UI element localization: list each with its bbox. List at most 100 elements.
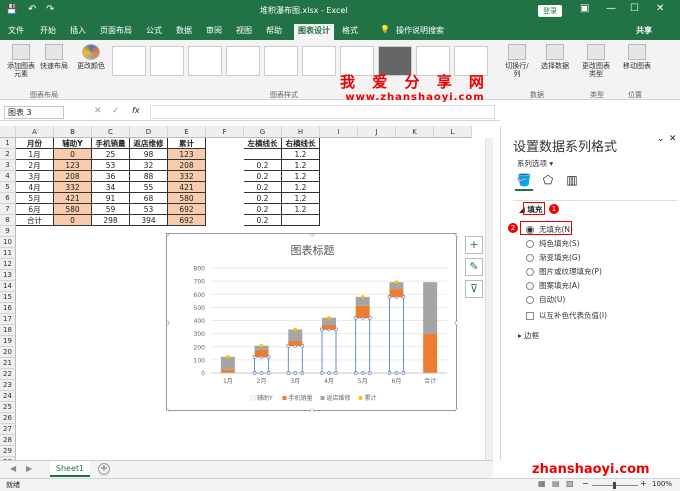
table-cell[interactable]: 68 [130,193,168,204]
row-header[interactable]: 26 [0,413,16,424]
sheet-next-icon[interactable]: ▶ [26,464,32,473]
table-cell[interactable]: 5月 [16,193,54,204]
tab-formulas[interactable]: 公式 [146,25,162,36]
table-cell[interactable]: 0.2 [244,160,282,171]
page-break-view-icon[interactable]: ▧ [566,479,574,488]
table-cell[interactable]: 394 [130,215,168,226]
change-chart-type-button[interactable]: 更改图表类型 [580,44,612,78]
pane-close-icon[interactable]: ✕ [669,134,677,144]
maximize-icon[interactable]: ☐ [630,3,639,14]
minimize-icon[interactable]: — [606,3,616,14]
tab-insert[interactable]: 插入 [70,25,86,36]
row-header[interactable]: 10 [0,237,16,248]
column-header[interactable]: H [282,126,320,138]
chart-style-4[interactable] [226,46,260,76]
chart-filter-icon[interactable]: ⊽ [465,280,483,298]
table-header-cell[interactable]: 手机销量 [92,138,130,149]
table-cell[interactable]: 123 [54,160,92,171]
zoom-slider-thumb[interactable] [613,482,616,489]
tab-format[interactable]: 格式 [342,25,358,36]
table-header-cell[interactable]: 左横线长 [244,138,282,149]
add-chart-element-button[interactable]: 添加图表元素 [4,44,38,78]
tab-data[interactable]: 数据 [176,25,192,36]
column-header[interactable]: F [206,126,244,138]
table-cell[interactable]: 53 [130,204,168,215]
login-button[interactable]: 登录 [538,5,562,17]
option-pattern-fill[interactable]: 图案填充(A) [526,280,580,291]
table-cell[interactable]: 1.2 [282,160,320,171]
table-cell[interactable]: 98 [130,149,168,160]
table-cell[interactable]: 1.2 [282,204,320,215]
quick-layout-button[interactable]: 快速布局 [38,44,70,70]
table-cell[interactable]: 0.2 [244,215,282,226]
row-header[interactable]: 2 [0,149,16,160]
table-header-cell[interactable]: 辅助Y [54,138,92,149]
row-header[interactable]: 1 [0,138,16,149]
table-cell[interactable]: 91 [92,193,130,204]
row-header[interactable]: 9 [0,226,16,237]
column-header[interactable]: J [358,126,396,138]
vertical-scrollbar[interactable] [485,138,493,460]
column-header[interactable]: E [168,126,206,138]
table-cell[interactable]: 1.2 [282,149,320,160]
table-cell[interactable]: 6月 [16,204,54,215]
table-cell[interactable]: 208 [54,171,92,182]
row-header[interactable]: 23 [0,380,16,391]
pane-dropdown-icon[interactable]: ⌄ [657,134,665,144]
add-sheet-icon[interactable]: + [98,463,110,475]
row-header[interactable]: 20 [0,347,16,358]
table-header-cell[interactable]: 累计 [168,138,206,149]
row-header[interactable]: 16 [0,303,16,314]
row-header[interactable]: 22 [0,369,16,380]
sheet-prev-icon[interactable]: ◀ [10,464,16,473]
table-cell[interactable]: 332 [54,182,92,193]
column-header[interactable]: B [54,126,92,138]
tab-view[interactable]: 视图 [236,25,252,36]
table-cell[interactable]: 36 [92,171,130,182]
table-cell[interactable]: 3月 [16,171,54,182]
undo-icon[interactable]: ↶ [28,4,36,15]
table-cell[interactable]: 55 [130,182,168,193]
table-cell[interactable]: 1.2 [282,193,320,204]
row-header[interactable]: 3 [0,160,16,171]
option-automatic[interactable]: 自动(U) [526,294,565,305]
row-header[interactable]: 24 [0,391,16,402]
fill-line-icon[interactable]: 🪣 [515,173,533,191]
tab-review[interactable]: 审阅 [206,25,222,36]
table-cell[interactable]: 53 [92,160,130,171]
table-cell[interactable]: 298 [92,215,130,226]
row-header[interactable]: 12 [0,259,16,270]
table-cell[interactable]: 208 [168,160,206,171]
table-cell[interactable]: 1.2 [282,182,320,193]
tab-page-layout[interactable]: 页面布局 [100,25,132,36]
row-header[interactable]: 11 [0,248,16,259]
row-header[interactable]: 17 [0,314,16,325]
zoom-out-icon[interactable]: − [582,479,589,488]
column-header[interactable]: K [396,126,434,138]
row-header[interactable]: 13 [0,270,16,281]
table-cell[interactable]: 0 [54,215,92,226]
chart-style-5[interactable] [264,46,298,76]
switch-row-column-button[interactable]: 切换行/列 [502,44,532,78]
move-chart-button[interactable]: 移动图表 [620,44,654,70]
share-button[interactable]: 共享 [636,25,652,36]
normal-view-icon[interactable]: ▦ [538,479,546,488]
chart-style-1[interactable] [112,46,146,76]
column-header[interactable]: G [244,126,282,138]
series-options-icon[interactable]: ▥ [563,173,581,191]
table-cell[interactable]: 0.2 [244,204,282,215]
invert-negative-checkbox[interactable]: 以互补色代表负值(I) [526,310,607,321]
table-header-cell[interactable]: 月份 [16,138,54,149]
border-section-header[interactable]: ▸ 边框 [518,330,539,341]
select-all-corner[interactable] [0,126,16,138]
row-header[interactable]: 14 [0,281,16,292]
table-cell[interactable]: 580 [168,193,206,204]
row-header[interactable]: 7 [0,204,16,215]
tell-me-search[interactable]: 操作说明搜索 [396,25,444,36]
table-cell[interactable]: 580 [54,204,92,215]
option-picture-fill[interactable]: 图片或纹理填充(P) [526,266,602,277]
chart-style-2[interactable] [150,46,184,76]
column-header[interactable]: L [434,126,472,138]
tab-file[interactable]: 文件 [8,25,24,36]
select-data-button[interactable]: 选择数据 [538,44,572,70]
